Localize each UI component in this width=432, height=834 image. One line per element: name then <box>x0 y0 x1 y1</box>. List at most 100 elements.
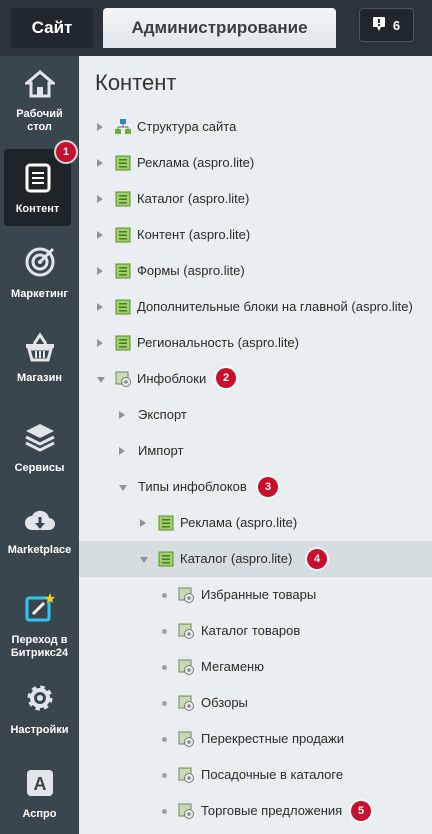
tree-item-extra-blocks[interactable]: Дополнительные блоки на главной (aspro.l… <box>79 289 432 325</box>
expand-arrow-icon[interactable] <box>97 123 103 131</box>
tree-item-favorites[interactable]: Избранные товары <box>79 577 432 613</box>
tree-item-label: Посадочные в каталоге <box>201 767 344 782</box>
tree-item-label: Обзоры <box>201 695 248 710</box>
iblock-type-icon <box>115 155 131 174</box>
menu-label: Контент <box>15 203 60 215</box>
document-icon <box>4 163 71 197</box>
tree-item-label: Торговые предложения <box>201 803 343 818</box>
tree-item-label: Формы (aspro.lite) <box>137 263 245 278</box>
menu-label: Маркетинг <box>11 288 68 300</box>
tree-item-label: Каталог товаров <box>201 623 301 638</box>
aspro-icon: A <box>0 768 79 802</box>
menu-desktop[interactable]: Рабочий стол <box>0 70 79 134</box>
expand-arrow-icon[interactable] <box>97 231 103 239</box>
callout-badge: 2 <box>216 368 236 388</box>
tree-item-ads[interactable]: Реклама (aspro.lite) <box>79 145 432 181</box>
tab-site[interactable]: Сайт <box>11 8 93 48</box>
tree-item-label: Структура сайта <box>137 119 237 134</box>
infoblock-icon <box>178 803 194 822</box>
menu-label: Аспро <box>22 808 57 820</box>
tree-item-iblock-types[interactable]: Типы инфоблоков 3 <box>79 469 432 505</box>
tree-item-label: Типы инфоблоков <box>138 479 247 494</box>
page-title: Контент <box>95 70 177 95</box>
expand-arrow-icon[interactable] <box>97 159 103 167</box>
menu-bitrix24[interactable]: Переход в Битрикс24 <box>0 592 79 660</box>
leaf-bullet <box>162 629 167 634</box>
bitrix24-icon <box>0 592 79 628</box>
menu-label: Marketplace <box>7 544 72 556</box>
tree-item-megamenu[interactable]: Мегаменю <box>79 649 432 685</box>
iblock-type-icon <box>115 299 131 318</box>
layers-icon <box>0 422 79 456</box>
menu-settings[interactable]: Настройки <box>0 682 79 737</box>
expand-arrow-icon[interactable] <box>97 303 103 311</box>
tree-item-regionality[interactable]: Региональность (aspro.lite) <box>79 325 432 361</box>
leaf-bullet <box>162 773 167 778</box>
tab-administration[interactable]: Администрирование <box>103 8 336 48</box>
notification-count: 6 <box>392 17 401 33</box>
cloud-download-icon <box>0 508 79 538</box>
menu-aspro[interactable]: A Аспро <box>0 768 79 821</box>
content-panel: Контент Структура сайта Реклама (aspro.l… <box>79 56 432 834</box>
infoblock-icon <box>178 767 194 786</box>
tree-item-iblock-type-catalog[interactable]: Каталог (aspro.lite) 4 <box>79 541 432 577</box>
expand-arrow-icon[interactable] <box>140 519 146 527</box>
leaf-bullet <box>162 701 167 706</box>
callout-badge: 1 <box>56 142 76 162</box>
tree-item-reviews[interactable]: Обзоры <box>79 685 432 721</box>
notification-icon <box>372 16 385 34</box>
tree-item-label: Каталог (aspro.lite) <box>137 191 250 206</box>
expand-arrow-icon[interactable] <box>119 447 125 455</box>
iblock-type-icon <box>158 515 174 534</box>
expand-arrow-icon[interactable] <box>97 339 103 347</box>
tree-item-label: Избранные товары <box>201 587 317 602</box>
menu-label: Настройки <box>10 724 69 736</box>
tree-item-label: Каталог (aspro.lite) <box>180 551 293 566</box>
tree-item-label: Дополнительные блоки на главной (aspro.l… <box>137 299 413 314</box>
menu-marketplace[interactable]: Marketplace <box>0 508 79 557</box>
iblock-type-icon <box>115 335 131 354</box>
infoblocks-icon <box>115 371 131 390</box>
callout-badge: 3 <box>258 477 278 497</box>
menu-label: Рабочий <box>16 108 63 120</box>
expand-arrow-icon[interactable] <box>97 195 103 203</box>
tree-item-site-structure[interactable]: Структура сайта <box>79 109 432 145</box>
tree-item-import[interactable]: Импорт <box>79 433 432 469</box>
menu-marketing[interactable]: Маркетинг <box>0 246 79 301</box>
tree-item-offers[interactable]: Торговые предложения 5 <box>79 793 432 829</box>
tree-item-landing-pages[interactable]: Посадочные в каталоге <box>79 757 432 793</box>
tree-item-label: Мегаменю <box>201 659 264 674</box>
tree-item-content[interactable]: Контент (aspro.lite) <box>79 217 432 253</box>
tree-item-infoblocks[interactable]: Инфоблоки 2 <box>79 361 432 397</box>
tree-item-label: Контент (aspro.lite) <box>137 227 251 242</box>
tree-item-forms[interactable]: Формы (aspro.lite) <box>79 253 432 289</box>
menu-label: Битрикс24 <box>10 647 69 659</box>
basket-icon <box>0 332 79 366</box>
expand-arrow-icon[interactable] <box>119 411 125 419</box>
top-bar: Сайт Администрирование 6 <box>0 0 432 56</box>
callout-badge: 4 <box>307 549 327 569</box>
tree-item-cross-sales[interactable]: Перекрестные продажи <box>79 721 432 757</box>
iblock-type-icon <box>115 263 131 282</box>
menu-store[interactable]: Магазин <box>0 332 79 385</box>
infoblock-icon <box>178 623 194 642</box>
tree-item-product-catalog[interactable]: Каталог товаров <box>79 613 432 649</box>
tree-item-iblock-type-ads[interactable]: Реклама (aspro.lite) <box>79 505 432 541</box>
infoblock-icon <box>178 695 194 714</box>
collapse-arrow-icon[interactable] <box>97 377 105 383</box>
svg-text:A: A <box>33 774 46 794</box>
tree-item-catalog[interactable]: Каталог (aspro.lite) <box>79 181 432 217</box>
tree-item-label: Инфоблоки <box>137 371 207 386</box>
tree-item-label: Реклама (aspro.lite) <box>180 515 298 530</box>
menu-services[interactable]: Сервисы <box>0 422 79 475</box>
tree-item-export[interactable]: Экспорт <box>79 397 432 433</box>
iblock-type-icon <box>158 551 174 570</box>
notifications-button[interactable]: 6 <box>359 8 414 42</box>
collapse-arrow-icon[interactable] <box>119 485 127 491</box>
menu-label: Переход в <box>11 634 68 646</box>
expand-arrow-icon[interactable] <box>97 267 103 275</box>
infoblock-icon <box>178 659 194 678</box>
collapse-arrow-icon[interactable] <box>140 557 148 563</box>
left-menu: Рабочий стол Контент Маркетинг Магазин С… <box>0 56 79 834</box>
tree-item-label: Реклама (aspro.lite) <box>137 155 255 170</box>
